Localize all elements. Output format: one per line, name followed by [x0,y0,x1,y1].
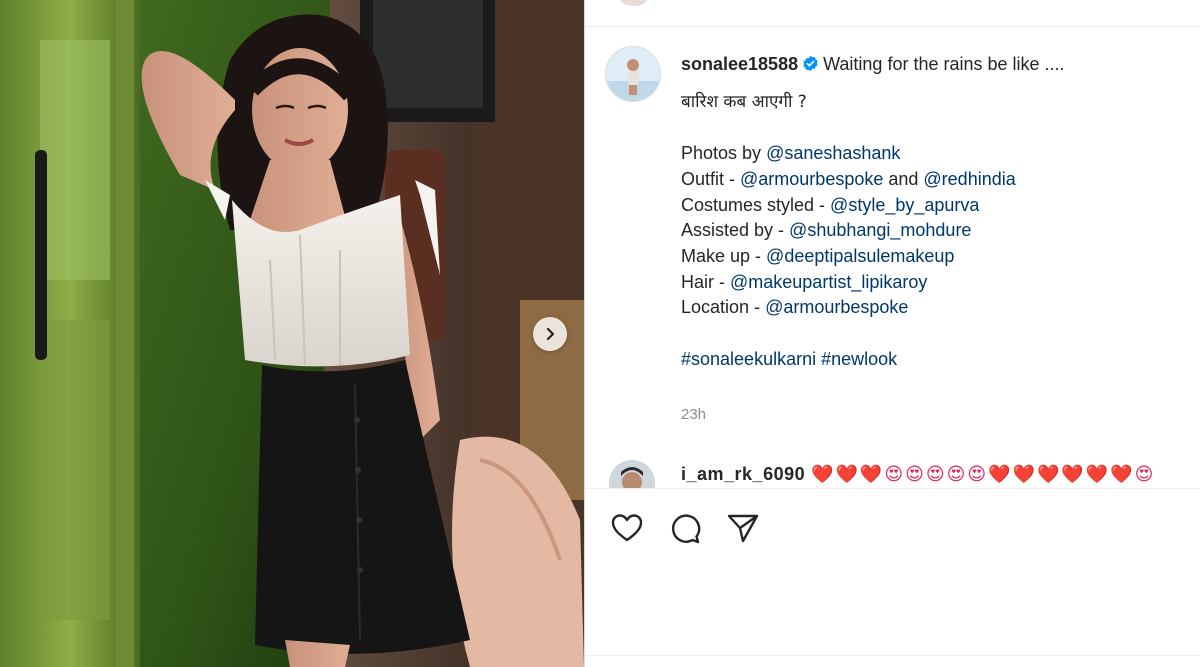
mention-link[interactable]: @shubhangi_mohdure [789,220,971,240]
post-actions [609,510,761,546]
credit-line: Outfit - @armourbespoke and @redhindia [681,168,1016,189]
hashtags[interactable]: #sonaleekulkarni #newlook [681,347,1181,373]
credit-line: Assisted by - @shubhangi_mohdure [681,220,972,241]
heart-icon [611,514,643,542]
caption-text: Waiting for the rains be like .... [823,54,1065,74]
chevron-right-icon [546,327,555,341]
commenter-username[interactable]: i_am_rk_6090 [681,464,805,484]
like-button[interactable] [609,510,645,546]
comment-body: ❤️❤️❤️😍😍😍😍😍❤️❤️❤️❤️❤️❤️😍 [811,464,1156,484]
share-button[interactable] [725,510,761,546]
section-divider [585,488,1200,489]
post-caption: sonalee18588 Waiting for the rains be lik… [681,52,1181,372]
avatar-image [609,460,655,488]
next-photo-button[interactable] [533,317,567,351]
mention-link[interactable]: @saneshashank [766,143,900,163]
post-photo[interactable] [0,0,584,667]
author-avatar[interactable] [605,46,661,102]
comments-scroll-area[interactable]: sonalee18588 Waiting for the rains be lik… [585,26,1200,488]
post-side-panel: sonalee18588 Waiting for the rains be lik… [584,0,1200,667]
comment-text: i_am_rk_6090 ❤️❤️❤️😍😍😍😍😍❤️❤️❤️❤️❤️❤️😍 [681,464,1155,485]
credit-line: Costumes styled - @style_by_apurva [681,194,980,215]
paper-plane-icon [727,514,759,543]
mention-link[interactable]: @armourbespoke [765,297,908,317]
comment-item: i_am_rk_6090 ❤️❤️❤️😍😍😍😍😍❤️❤️❤️❤️❤️❤️😍 [605,460,1200,488]
mention-link[interactable]: @makeupartist_lipikaroy [730,272,927,292]
credit-line: Location - @armourbespoke [681,297,909,318]
credit-line: Photos by @saneshashank [681,143,901,164]
photo-illustration [0,0,584,667]
credit-line: Make up - @deeptipalsulemakeup [681,245,955,266]
commenter-avatar[interactable] [609,460,655,488]
mention-link[interactable]: @style_by_apurva [830,195,979,215]
comment-bubble-icon [671,514,701,544]
mention-link[interactable]: @redhindia [923,169,1015,189]
avatar-image [606,47,660,101]
caption-first-line: sonalee18588 Waiting for the rains be lik… [681,52,1181,78]
caption-hindi: बारिश कब आएगी ? [681,91,807,112]
post-header-strip [585,0,1200,27]
credit-line: Hair - @makeupartist_lipikaroy [681,271,928,292]
author-username[interactable]: sonalee18588 [681,54,798,74]
comment-button[interactable] [667,510,703,546]
mention-link[interactable]: @deeptipalsulemakeup [766,246,954,266]
mention-link[interactable]: @armourbespoke [740,169,883,189]
verified-badge-icon [803,55,818,72]
post-timestamp[interactable]: 23h [681,406,706,423]
header-avatar[interactable] [619,0,649,6]
section-divider [585,655,1200,656]
